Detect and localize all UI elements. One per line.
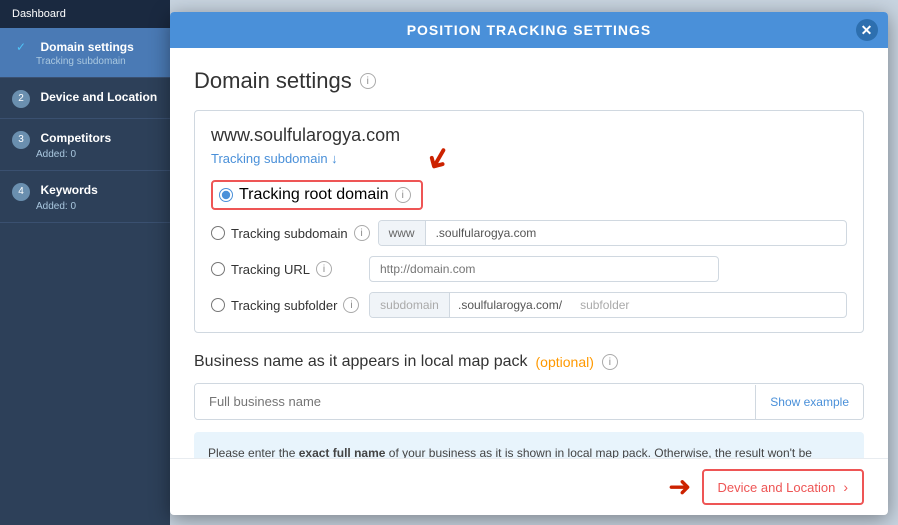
tracking-subdomain-label-group: Tracking subdomain i bbox=[211, 225, 370, 241]
domain-url: www.soulfularogya.com bbox=[211, 125, 847, 146]
red-arrow-next: ➜ bbox=[668, 473, 691, 501]
sidebar-item-2-number: 2 bbox=[12, 90, 30, 108]
sidebar-item-competitors-title: Competitors bbox=[40, 131, 111, 145]
modal-header: POSITION TRACKING SETTINGS ✕ bbox=[170, 12, 888, 48]
modal-close-button[interactable]: ✕ bbox=[856, 19, 878, 41]
sidebar-item-keywords-title: Keywords bbox=[40, 183, 97, 197]
tracking-root-label[interactable]: Tracking root domain bbox=[239, 186, 389, 204]
tracking-subfolder-label-group: Tracking subfolder i bbox=[211, 297, 361, 313]
tracking-root-info-icon[interactable]: i bbox=[395, 187, 411, 203]
next-button[interactable]: Device and Location › bbox=[702, 469, 864, 505]
tracking-subfolder-info-icon[interactable]: i bbox=[343, 297, 359, 313]
sidebar-item-device-title: Device and Location bbox=[40, 90, 157, 104]
tracking-url-radio[interactable] bbox=[211, 262, 225, 276]
check-icon: ✓ bbox=[12, 38, 30, 56]
tracking-subfolder-input-group: subdomain .soulfularogya.com/ subfolder bbox=[369, 292, 847, 318]
tracking-subfolder-option-row: Tracking subfolder i subdomain .soulfula… bbox=[211, 292, 847, 318]
sidebar-item-domain[interactable]: ✓ Domain settings Tracking subdomain bbox=[0, 28, 170, 78]
tracking-subdomain-info-icon[interactable]: i bbox=[354, 225, 370, 241]
tracking-url-input[interactable] bbox=[369, 256, 719, 282]
domain-settings-info-icon[interactable]: i bbox=[360, 73, 376, 89]
business-name-input[interactable] bbox=[195, 384, 755, 419]
optional-label: (optional) bbox=[536, 354, 594, 370]
business-input-row: Show example bbox=[194, 383, 864, 420]
modal-title: POSITION TRACKING SETTINGS bbox=[407, 22, 652, 38]
tracking-subdomain-option-row: Tracking subdomain i www .soulfularogya.… bbox=[211, 220, 847, 246]
tracking-url-label[interactable]: Tracking URL bbox=[231, 262, 310, 277]
page-title: Domain settings i bbox=[194, 68, 864, 94]
sidebar-item-domain-sub: Tracking subdomain bbox=[36, 56, 158, 67]
subfolder-name: subfolder bbox=[570, 293, 639, 317]
tracking-subdomain-radio[interactable] bbox=[211, 226, 225, 240]
subdomain-suffix: .soulfularogya.com bbox=[426, 221, 547, 245]
sidebar-header: Dashboard bbox=[0, 0, 170, 28]
footer-row: ➜ Device and Location › bbox=[668, 469, 864, 505]
sidebar-item-keywords[interactable]: 4 Keywords Added: 0 bbox=[0, 171, 170, 223]
info-box: Please enter the exact full name of your… bbox=[194, 432, 864, 458]
tracking-subdomain-input-group: www .soulfularogya.com bbox=[378, 220, 847, 246]
subdomain-prefix: www bbox=[379, 221, 426, 245]
tracking-root-highlighted: Tracking root domain i bbox=[211, 180, 423, 210]
modal-body: Domain settings i www.soulfularogya.com … bbox=[170, 48, 888, 458]
subfolder-domain: .soulfularogya.com/ bbox=[450, 293, 570, 317]
domain-box: www.soulfularogya.com Tracking subdomain… bbox=[194, 110, 864, 333]
tracking-subfolder-label[interactable]: Tracking subfolder bbox=[231, 298, 337, 313]
next-arrow-icon: › bbox=[843, 479, 848, 495]
modal-footer: ➜ Device and Location › bbox=[170, 458, 888, 515]
sidebar-item-4-number: 4 bbox=[12, 183, 30, 201]
tracking-subfolder-radio[interactable] bbox=[211, 298, 225, 312]
show-example-button[interactable]: Show example bbox=[755, 385, 863, 419]
tracking-subdomain-link[interactable]: Tracking subdomain ↓ bbox=[211, 151, 338, 166]
tracking-subdomain-label[interactable]: Tracking subdomain bbox=[231, 226, 348, 241]
tracking-url-option-row: Tracking URL i bbox=[211, 256, 847, 282]
tracking-url-info-icon[interactable]: i bbox=[316, 261, 332, 277]
sidebar-item-keywords-sub: Added: 0 bbox=[36, 201, 158, 212]
subfolder-prefix: subdomain bbox=[370, 293, 450, 317]
sidebar-item-device[interactable]: 2 Device and Location bbox=[0, 78, 170, 119]
tracking-root-radio[interactable] bbox=[219, 188, 233, 202]
modal: POSITION TRACKING SETTINGS ✕ Domain sett… bbox=[170, 12, 888, 515]
sidebar-item-3-number: 3 bbox=[12, 131, 30, 149]
business-name-info-icon[interactable]: i bbox=[602, 354, 618, 370]
sidebar: Dashboard ✓ Domain settings Tracking sub… bbox=[0, 0, 170, 525]
sidebar-item-competitors[interactable]: 3 Competitors Added: 0 bbox=[0, 119, 170, 171]
business-section-title: Business name as it appears in local map… bbox=[194, 353, 864, 371]
tracking-url-label-group: Tracking URL i bbox=[211, 261, 361, 277]
sidebar-item-domain-title: Domain settings bbox=[40, 40, 133, 54]
sidebar-item-competitors-sub: Added: 0 bbox=[36, 149, 158, 160]
tracking-root-option-row: Tracking root domain i bbox=[211, 180, 847, 210]
